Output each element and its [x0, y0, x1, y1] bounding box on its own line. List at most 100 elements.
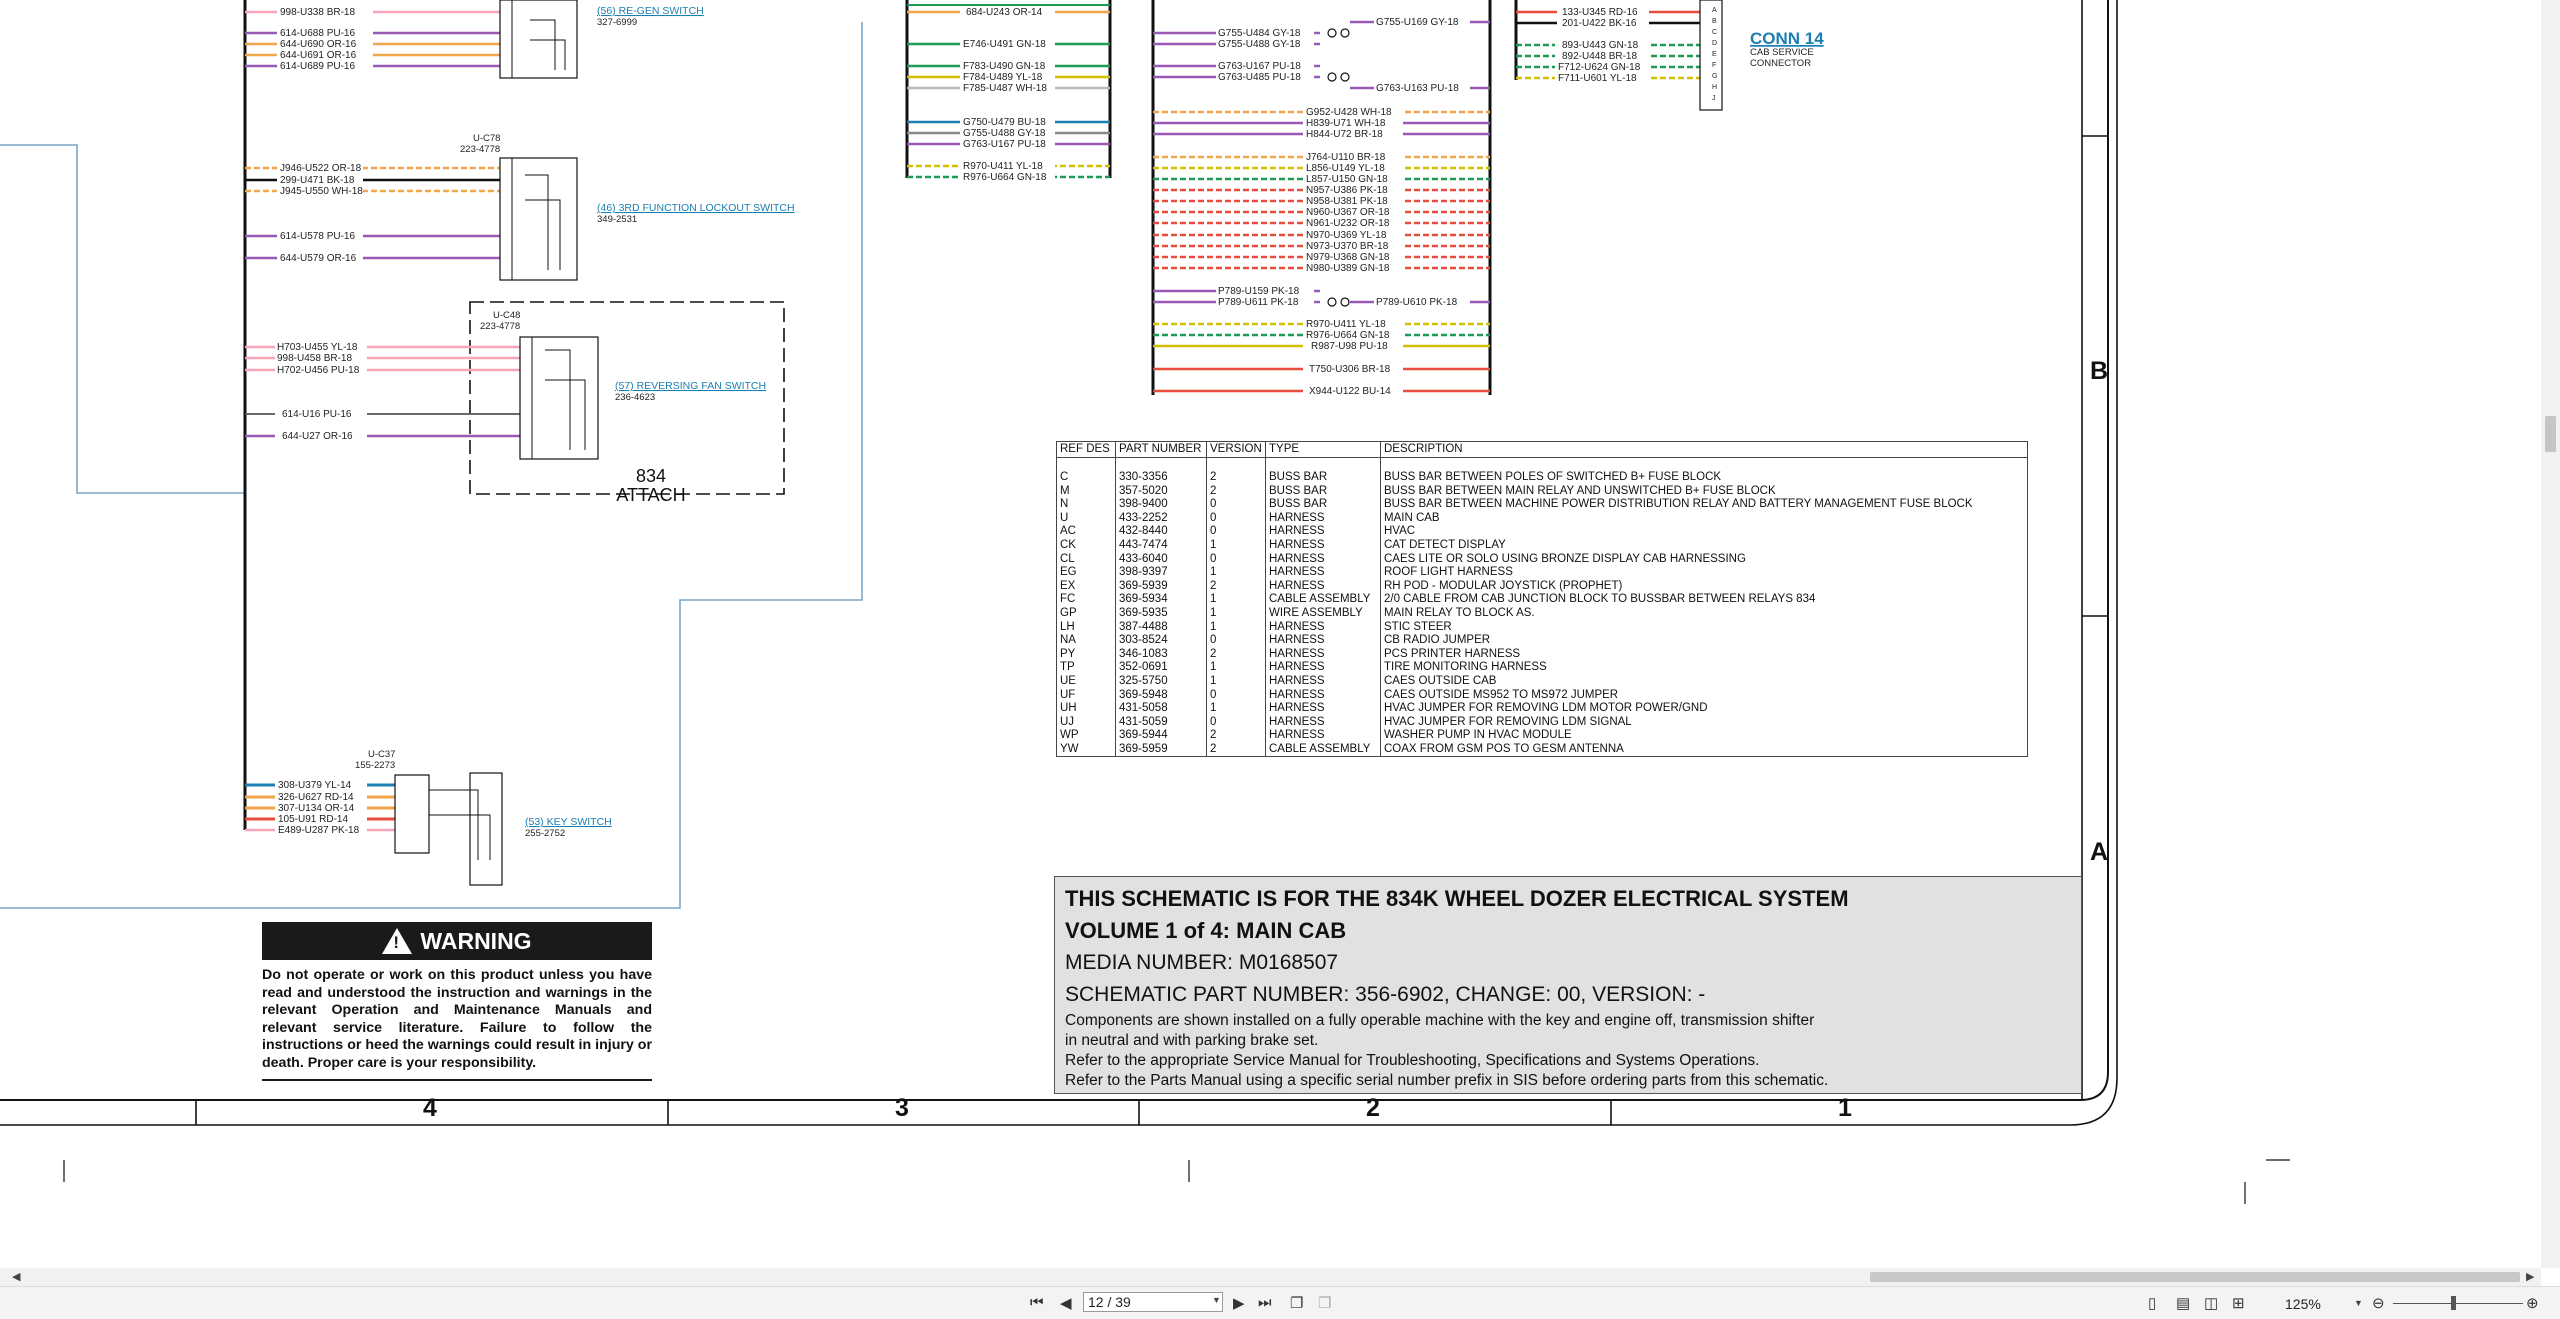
- table-cell: HARNESS: [1265, 525, 1381, 539]
- note-text: in neutral and with parking brake set.: [1065, 1032, 1319, 1049]
- wires-mid-left: 684-U243 OR-14 E746-U491 GN-18 F783-U490…: [905, 0, 1112, 183]
- 3rd-function-lockout-switch-link[interactable]: (46) 3RD FUNCTION LOCKOUT SWITCH: [597, 202, 795, 214]
- table-cell: HARNESS: [1265, 620, 1381, 635]
- table-cell: 1: [1206, 674, 1266, 689]
- wire-label: L856-U149 YL-18: [1306, 163, 1385, 174]
- table-cell: 369-5944: [1115, 729, 1207, 743]
- table-cell: HARNESS: [1265, 566, 1381, 580]
- table-cell: EG: [1056, 566, 1116, 580]
- wire-label: 614-U689 PU-16: [280, 61, 355, 72]
- table-cell: LH: [1056, 620, 1116, 635]
- fit-width-icon[interactable]: ⊞: [2232, 1294, 2245, 1312]
- pin-label: H: [1712, 84, 1717, 91]
- page-number-input[interactable]: 12 / 39: [1083, 1292, 1223, 1312]
- table-cell: 325-5750: [1115, 674, 1207, 689]
- key-switch-link[interactable]: (53) KEY SWITCH: [525, 816, 612, 828]
- page-dropdown-icon[interactable]: ▼: [1212, 1295, 1221, 1305]
- attach-label: ATTACH: [616, 485, 685, 505]
- column-header: TYPE: [1265, 441, 1381, 458]
- table-cell: CAES LITE OR SOLO USING BRONZE DISPLAY C…: [1380, 552, 2028, 567]
- next-page-icon[interactable]: ▶: [1233, 1294, 1245, 1312]
- table-cell: HARNESS: [1265, 688, 1381, 703]
- wire-label: 307-U134 OR-14: [278, 803, 355, 814]
- pin-label: F: [1712, 62, 1716, 69]
- table-row: U 433-2252 0 HARNESS MAIN CAB: [1056, 511, 2028, 526]
- scroll-left-arrow-icon[interactable]: ◀: [12, 1268, 20, 1286]
- note-text: Refer to the Parts Manual using a specif…: [1065, 1072, 1829, 1089]
- table-cell: 387-4488: [1115, 620, 1207, 635]
- wire-label: 308-U379 YL-14: [278, 780, 352, 791]
- vertical-scrollbar-thumb[interactable]: [2545, 416, 2556, 452]
- table-cell: 0: [1206, 715, 1266, 730]
- table-cell: 432-8440: [1115, 525, 1207, 539]
- table-cell: HARNESS: [1265, 674, 1381, 689]
- pin-label: C: [1712, 29, 1717, 36]
- table-row: CL 433-6040 0 HARNESS CAES LITE OR SOLO USIN…: [1056, 552, 2028, 567]
- attach-label: 834: [636, 466, 666, 486]
- zoom-slider[interactable]: [2393, 1303, 2523, 1304]
- vertical-scrollbar[interactable]: [2541, 0, 2560, 1268]
- zoom-slider-thumb[interactable]: [2451, 1296, 2456, 1310]
- document-viewport[interactable]: 998-U338 BR-18 614-U688 PU-16 644-U690 O…: [0, 0, 2560, 1268]
- table-row: AC 432-8440 0 HARNESS HVAC: [1056, 525, 2028, 539]
- horizontal-scrollbar-thumb[interactable]: [1870, 1272, 2520, 1282]
- zoom-dropdown-icon[interactable]: ▼: [2354, 1298, 2363, 1308]
- part-number: 255-2752: [525, 828, 565, 839]
- title-block: THIS SCHEMATIC IS FOR THE 834K WHEEL DOZ…: [1054, 876, 2082, 1094]
- wire-label: 892-U448 BR-18: [1562, 51, 1637, 62]
- parts-table-body: C 330-3356 2 BUSS BAR BUSS BAR BETWEEN POLES…: [1056, 457, 2028, 757]
- scroll-right-arrow-icon[interactable]: ▶: [2526, 1268, 2534, 1286]
- table-cell: CAES OUTSIDE MS952 TO MS972 JUMPER: [1380, 688, 2028, 703]
- table-row: C 330-3356 2 BUSS BAR BUSS BAR BETWEEN POLES…: [1056, 471, 2028, 485]
- table-cell: GP: [1056, 606, 1116, 621]
- previous-page-icon[interactable]: ◀: [1060, 1294, 1072, 1312]
- single-page-view-icon[interactable]: ▯: [2148, 1294, 2156, 1312]
- part-number: 223-4778: [460, 144, 500, 155]
- zoom-out-icon[interactable]: ⊖: [2372, 1294, 2385, 1312]
- table-cell: PCS PRINTER HARNESS: [1380, 647, 2028, 662]
- table-cell: M: [1056, 484, 1116, 499]
- column-header: DESCRIPTION: [1380, 441, 2028, 458]
- re-gen-switch-link[interactable]: (56) RE-GEN SWITCH: [597, 5, 704, 17]
- two-page-view-icon[interactable]: ◫: [2204, 1294, 2218, 1312]
- reversing-fan-switch-link[interactable]: (57) REVERSING FAN SWITCH: [615, 380, 766, 392]
- wire-label: H702-U456 PU-18: [277, 365, 360, 376]
- conn-14-link[interactable]: CONN 14: [1750, 29, 1824, 48]
- table-row: UE 325-5750 1 HARNESS CAES OUTSIDE CAB: [1056, 674, 2028, 689]
- table-cell: CAT DETECT DISPLAY: [1380, 538, 2028, 553]
- first-page-icon[interactable]: ⏮: [1030, 1294, 1044, 1311]
- horizontal-scrollbar[interactable]: ◀ ▶: [0, 1268, 2541, 1286]
- wire-label: R970-U411 YL-18: [963, 161, 1043, 172]
- table-row: UJ 431-5059 0 HARNESS HVAC JUMPER FOR REMOVI…: [1056, 715, 2028, 730]
- zoom-level[interactable]: 125%: [2285, 1296, 2321, 1312]
- zone-marker-b: B: [2090, 357, 2109, 385]
- connector-label: U-C48: [493, 310, 520, 321]
- continuous-view-icon[interactable]: ▤: [2176, 1294, 2190, 1312]
- wire-label: R987-U98 PU-18: [1311, 341, 1388, 352]
- table-cell: CL: [1056, 552, 1116, 567]
- copy-page-icon[interactable]: ❐: [1290, 1294, 1303, 1312]
- zoom-in-icon[interactable]: ⊕: [2526, 1294, 2539, 1312]
- table-cell: UH: [1056, 702, 1116, 716]
- wire-label: N960-U367 OR-18: [1306, 207, 1390, 218]
- table-row: CK 443-7474 1 HARNESS CAT DETECT DISPLAY: [1056, 538, 2028, 553]
- wire-label: N979-U368 GN-18: [1306, 252, 1390, 263]
- wire-label: R970-U411 YL-18: [1306, 319, 1386, 330]
- table-cell: HARNESS: [1265, 702, 1381, 716]
- table-cell: RH POD - MODULAR JOYSTICK (PROPHET): [1380, 579, 2028, 594]
- table-cell: BUSS BAR BETWEEN MACHINE POWER DISTRIBUT…: [1380, 498, 2028, 512]
- last-page-icon[interactable]: ⏭: [1258, 1294, 1272, 1311]
- paste-page-icon[interactable]: ❐: [1318, 1294, 1331, 1312]
- table-cell: HARNESS: [1265, 661, 1381, 675]
- table-cell: 1: [1206, 606, 1266, 621]
- conn-14-block: 133-U345 RD-16 201-U422 BK-16 893-U443 G…: [1514, 0, 1824, 111]
- table-cell: 1: [1206, 702, 1266, 716]
- table-cell: ROOF LIGHT HARNESS: [1380, 566, 2028, 580]
- wire-label: G755-U484 GY-18: [1218, 28, 1301, 39]
- volume-title: VOLUME 1 of 4: MAIN CAB: [1065, 918, 1347, 943]
- table-header-row: REF DES PART NUMBER VERSION TYPE DESCRIP…: [1056, 441, 2028, 458]
- wire-label: X944-U122 BU-14: [1309, 386, 1391, 397]
- table-cell: 2: [1206, 742, 1266, 757]
- wire-label: L857-U150 GN-18: [1306, 174, 1388, 185]
- table-cell: 369-5948: [1115, 688, 1207, 703]
